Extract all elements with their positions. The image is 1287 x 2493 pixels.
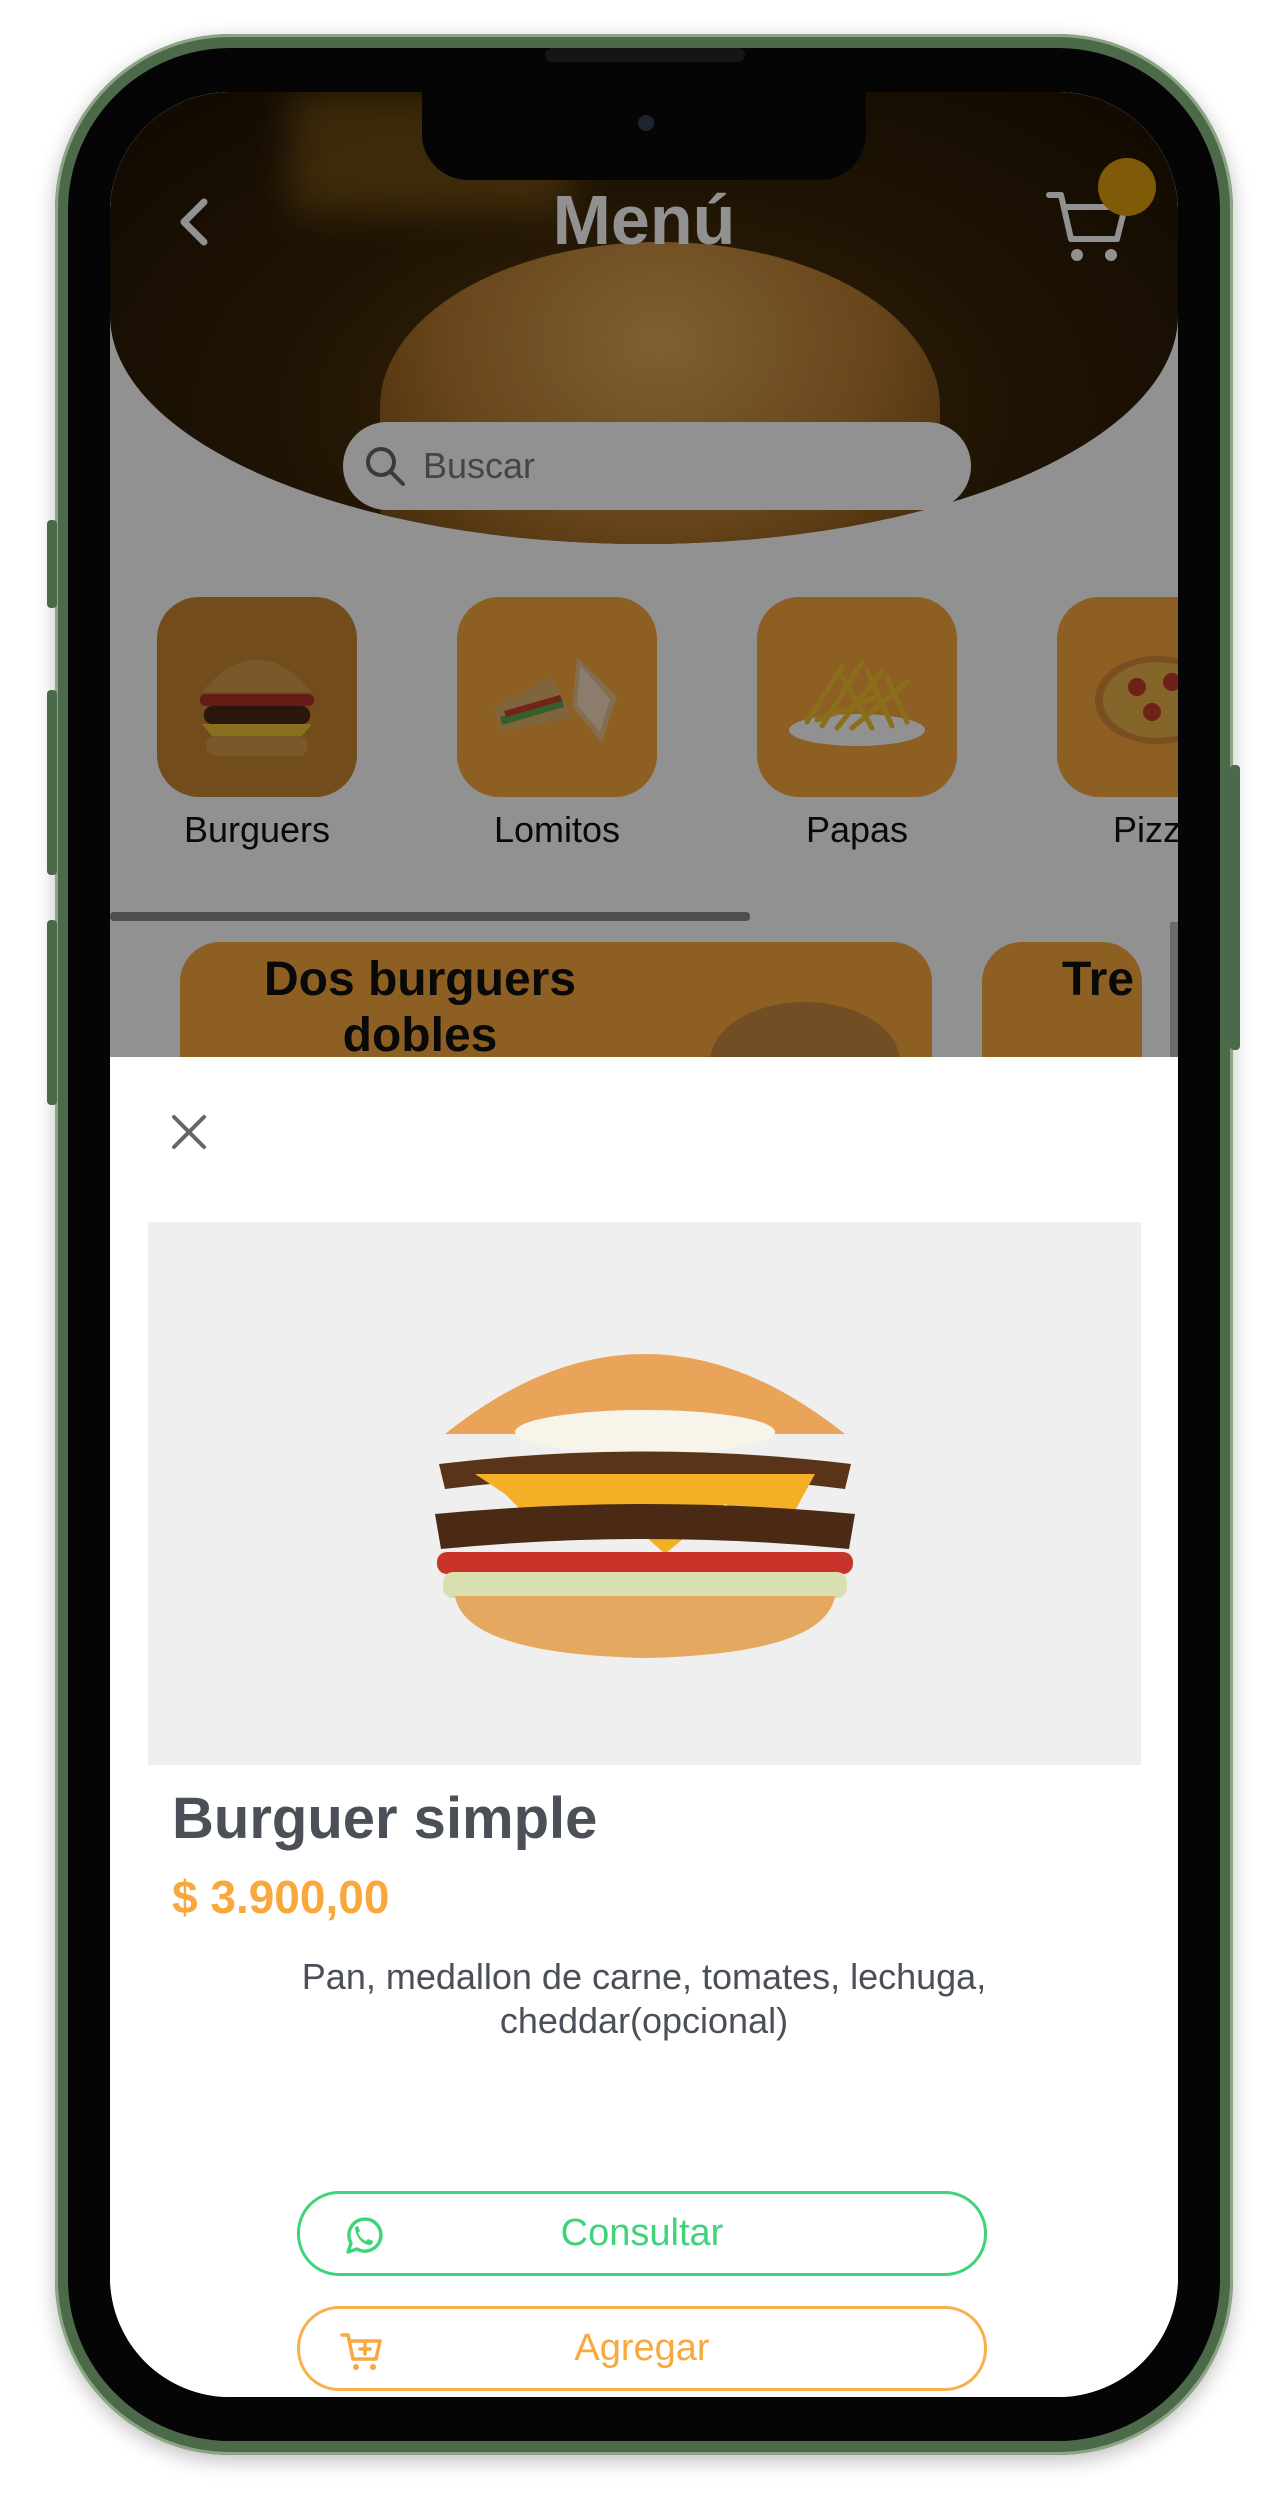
screen: Menú Buscar Burguers Lomitos Papas Pizz … (110, 92, 1178, 2397)
consult-label: Consultar (560, 2212, 724, 2254)
volume-down-button (47, 920, 57, 1105)
product-sheet: Burguer simple $ 3.900,00 Pan, medallon … (110, 1057, 1178, 2397)
add-label: Agregar (574, 2327, 710, 2369)
burger-photo (434, 1353, 855, 1658)
page-scrollbar[interactable] (1170, 922, 1178, 1062)
power-button (1230, 765, 1240, 1050)
close-icon (172, 1115, 206, 1149)
mute-switch (47, 520, 57, 608)
modal-backdrop[interactable] (110, 92, 1178, 1152)
volume-up-button (47, 690, 57, 875)
product-price: $ 3.900,00 (172, 1871, 390, 1923)
add-to-cart-button[interactable]: Agregar (297, 2306, 987, 2391)
notch (422, 92, 866, 180)
product-image (148, 1222, 1141, 1765)
product-name: Burguer simple (172, 1786, 598, 1851)
product-description: Pan, medallon de carne, tomates, lechuga… (301, 1956, 987, 2041)
whatsapp-icon (346, 2217, 383, 2254)
close-button[interactable] (164, 1107, 214, 1157)
earpiece-speaker (545, 48, 745, 62)
menu-page: Menú Buscar Burguers Lomitos Papas Pizz … (110, 92, 1178, 1162)
consult-button[interactable]: Consultar (297, 2191, 987, 2276)
front-camera (638, 115, 654, 131)
cart-add-icon (340, 2333, 382, 2370)
